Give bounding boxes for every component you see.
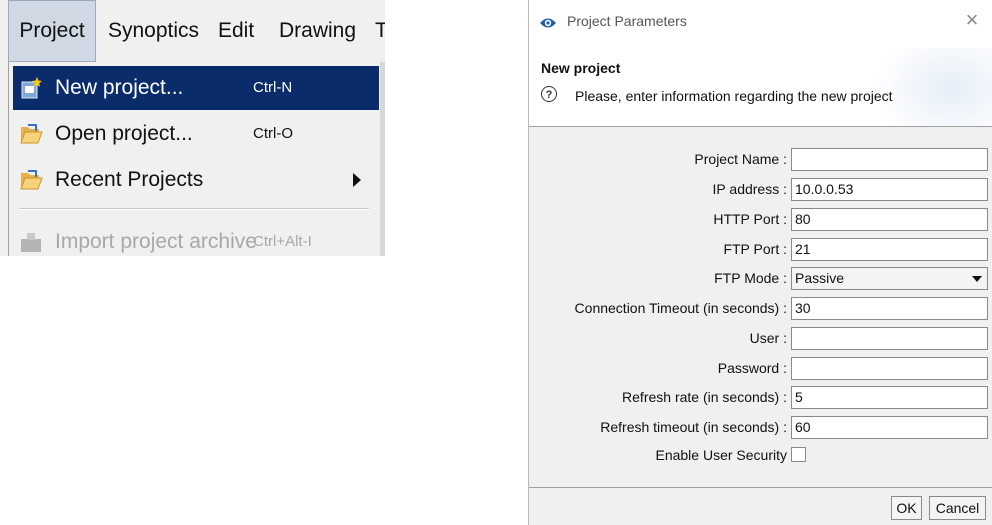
open-folder-icon [20, 124, 43, 144]
refresh-timeout-input[interactable]: 60 [791, 416, 988, 439]
menu-item-shortcut: Ctrl-N [253, 79, 293, 96]
form-row-password: Password : [529, 356, 992, 382]
dialog-titlebar: Project Parameters × [529, 0, 992, 48]
field-label: FTP Port : [723, 241, 787, 257]
menu-item-open-project[interactable]: Open project... Ctrl-O [13, 112, 379, 156]
field-label: HTTP Port : [713, 211, 787, 227]
submenu-arrow-icon [353, 173, 361, 187]
header-title: New project [541, 60, 621, 76]
menu-item-shortcut: Ctrl+Alt-I [253, 233, 312, 250]
form-row-ftp-mode: FTP Mode : Passive [529, 266, 992, 292]
connection-timeout-input[interactable]: 30 [791, 297, 988, 320]
menu-item-new-project[interactable]: New project... Ctrl-N [13, 66, 379, 110]
field-label: IP address : [712, 181, 787, 197]
chevron-down-icon [972, 276, 982, 282]
dialog-title: Project Parameters [567, 13, 687, 29]
user-input[interactable] [791, 327, 988, 350]
menu-item-label: Open project... [55, 122, 193, 145]
form-row-refresh-timeout: Refresh timeout (in seconds) : 60 [529, 415, 992, 441]
cancel-button[interactable]: Cancel [929, 496, 986, 520]
form-row-refresh-rate: Refresh rate (in seconds) : 5 [529, 385, 992, 411]
field-label: Enable User Security [655, 447, 787, 463]
field-label: User : [749, 330, 787, 346]
ftp-mode-select[interactable]: Passive [791, 267, 988, 290]
project-name-input[interactable] [791, 148, 988, 171]
password-input[interactable] [791, 357, 988, 380]
field-label: Project Name : [694, 151, 787, 167]
archive-icon [21, 233, 41, 252]
menu-project[interactable]: Project [8, 0, 96, 62]
form-row-ip-address: IP address : 10.0.0.53 [529, 177, 992, 203]
field-label: Connection Timeout (in seconds) : [574, 300, 787, 316]
http-port-input[interactable]: 80 [791, 208, 988, 231]
menu-edit[interactable]: Edit [218, 0, 254, 62]
help-icon: ? [541, 86, 557, 102]
open-folder-icon [20, 170, 43, 190]
refresh-rate-input[interactable]: 5 [791, 386, 988, 409]
menu-item-label: Recent Projects [55, 168, 204, 191]
form-row-connection-timeout: Connection Timeout (in seconds) : 30 [529, 296, 992, 322]
field-label: Refresh timeout (in seconds) : [600, 419, 787, 435]
menu-tools-partial[interactable]: T [375, 0, 385, 62]
enable-user-security-checkbox[interactable] [791, 447, 806, 462]
field-label: FTP Mode : [714, 270, 787, 286]
form-row-project-name: Project Name : [529, 147, 992, 173]
menu-item-import-archive[interactable]: Import project archive Ctrl+Alt-I [13, 220, 379, 256]
project-menu-screenshot: Project Synoptics Edit Drawing T New pro… [0, 0, 385, 256]
ftp-port-input[interactable]: 21 [791, 238, 988, 261]
ok-button[interactable]: OK [891, 496, 922, 520]
menu-item-label: New project... [55, 76, 184, 99]
project-parameters-dialog: Project Parameters × New project ? Pleas… [528, 0, 992, 525]
dialog-header: New project ? Please, enter information … [529, 48, 992, 127]
window-edge [380, 62, 385, 256]
menu-separator [19, 208, 369, 210]
menu-drawing[interactable]: Drawing [279, 0, 356, 62]
form-row-user-security: Enable User Security [529, 443, 992, 469]
menu-synoptics[interactable]: Synoptics [108, 0, 199, 62]
field-label: Refresh rate (in seconds) : [622, 389, 787, 405]
close-icon[interactable]: × [960, 8, 984, 32]
menu-item-label: Import project archive [55, 230, 257, 253]
form-row-http-port: HTTP Port : 80 [529, 207, 992, 233]
menu-item-recent-projects[interactable]: Recent Projects [13, 158, 379, 202]
dialog-footer: OK Cancel [529, 487, 992, 525]
ftp-mode-value: Passive [795, 270, 845, 286]
form-row-ftp-port: FTP Port : 21 [529, 237, 992, 263]
project-dropdown: New project... Ctrl-N Open project... Ct… [8, 62, 381, 256]
field-label: Password : [717, 360, 787, 376]
eye-icon [540, 18, 556, 28]
dialog-form: Project Name : IP address : 10.0.0.53 HT… [529, 127, 992, 487]
menu-item-shortcut: Ctrl-O [253, 125, 293, 142]
header-message: Please, enter information regarding the … [575, 88, 893, 104]
new-project-icon [21, 77, 42, 99]
form-row-user: User : [529, 326, 992, 352]
menubar: Project Synoptics Edit Drawing T [0, 0, 385, 62]
ip-address-input[interactable]: 10.0.0.53 [791, 178, 988, 201]
